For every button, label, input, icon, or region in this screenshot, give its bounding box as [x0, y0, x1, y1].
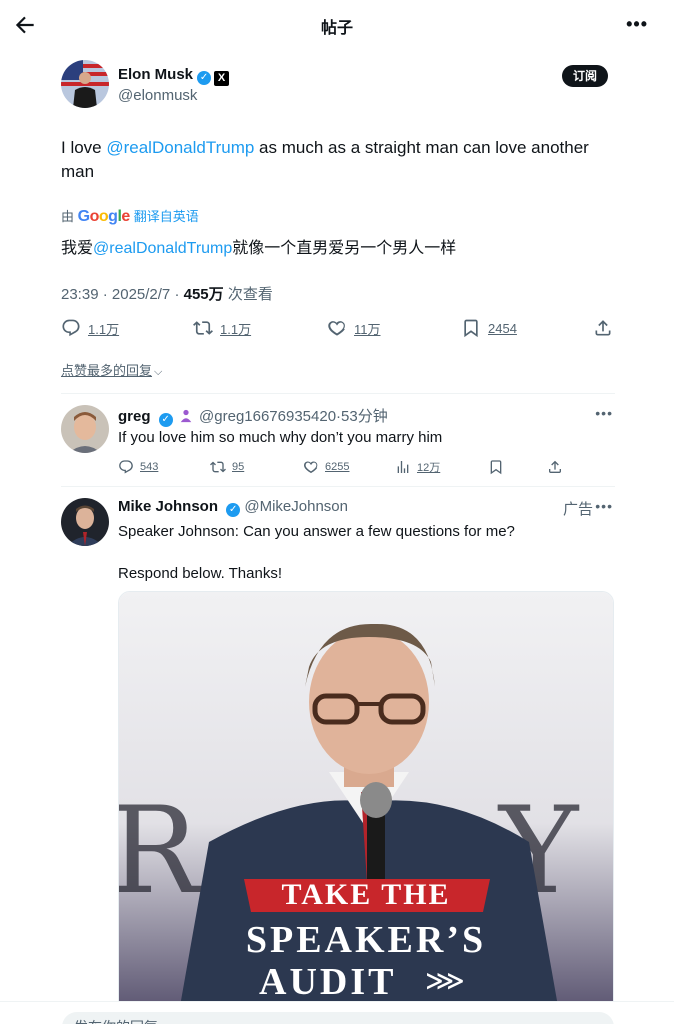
- reply-time[interactable]: 53分钟: [341, 408, 388, 425]
- ad-author-handle[interactable]: @MikeJohnson: [244, 498, 348, 515]
- mention-link[interactable]: @realDonaldTrump: [106, 138, 254, 157]
- like-button[interactable]: 11万: [327, 316, 381, 340]
- avatar[interactable]: [61, 405, 109, 453]
- share-icon: [595, 320, 611, 336]
- reply-item[interactable]: greg ✓ @greg16676935420·53分钟 ••• If you …: [61, 405, 615, 485]
- ad-author-name[interactable]: Mike Johnson: [118, 498, 218, 515]
- translated-mention-link[interactable]: @realDonaldTrump: [93, 240, 232, 257]
- chevron-down-icon: ⌵: [154, 366, 163, 378]
- share-button[interactable]: [547, 459, 569, 475]
- verified-badge-icon: ✓: [226, 503, 241, 517]
- repost-icon: [210, 461, 226, 473]
- author-name[interactable]: Elon Musk: [118, 66, 193, 83]
- ad-banner-line2: SPEAKER’S: [245, 919, 487, 961]
- bookmark-icon: [464, 319, 478, 338]
- top-bar: 帖子 •••: [0, 0, 674, 50]
- ad-banner-line3: AUDIT: [259, 961, 397, 1003]
- reply-actions: 543 95 6255 12万: [118, 459, 561, 477]
- verified-badge-icon: ✓: [197, 71, 212, 85]
- repost-button[interactable]: 95: [210, 459, 244, 475]
- triple-chevron-icon: ⋙: [425, 964, 465, 997]
- repost-button[interactable]: 1.1万: [193, 316, 251, 340]
- like-button[interactable]: 6255: [303, 459, 349, 475]
- avatar[interactable]: [61, 498, 109, 546]
- more-horizontal-icon[interactable]: •••: [595, 405, 613, 421]
- view-count: 455万: [183, 286, 224, 303]
- google-logo: Google: [77, 208, 131, 225]
- divider: [61, 393, 615, 394]
- ad-banner-line1: TAKE THE: [281, 878, 451, 911]
- verified-badge-icon: ✓: [158, 413, 173, 427]
- reply-icon: [62, 319, 80, 337]
- translated-from-english-link[interactable]: 翻译自英语: [134, 209, 199, 224]
- more-horizontal-icon[interactable]: •••: [626, 15, 648, 33]
- reply-icon: [119, 460, 133, 474]
- author-handle[interactable]: @elonmusk: [118, 87, 197, 104]
- post-text: I love @realDonaldTrump as much as a str…: [61, 138, 589, 181]
- bookmark-icon: [490, 460, 502, 475]
- reply-button[interactable]: 543: [118, 459, 158, 475]
- share-icon: [549, 460, 561, 473]
- promoted-post[interactable]: Mike Johnson ✓ @MikeJohnson 广告 ••• Speak…: [61, 498, 615, 588]
- bookmark-button[interactable]: [488, 459, 510, 475]
- post-author: Elon Musk ✓ X @elonmusk 订阅: [61, 60, 615, 110]
- page-title: 帖子: [320, 20, 353, 37]
- heart-icon: [304, 461, 318, 474]
- more-horizontal-icon[interactable]: •••: [595, 498, 613, 514]
- translated-text: 我爱@realDonaldTrump就像一个直男爱另一个男人一样: [61, 240, 457, 257]
- bookmark-button[interactable]: 2454: [461, 316, 517, 340]
- subscribe-button[interactable]: 订阅: [562, 65, 608, 87]
- compose-bar: 发布你的回复: [0, 1001, 674, 1024]
- post-meta: 23:39 · 2025/2/7 · 455万 次查看: [61, 286, 273, 303]
- reply-button[interactable]: 1.1万: [61, 316, 119, 340]
- reply-text: If you love him so much why don’t you ma…: [118, 429, 443, 446]
- share-button[interactable]: [593, 316, 620, 340]
- reply-author-name[interactable]: greg: [118, 408, 151, 425]
- post-actions: 1.1万 1.1万 11万 2454: [61, 316, 615, 340]
- reply-author-handle[interactable]: @greg16676935420: [199, 408, 336, 425]
- bar-chart-icon: [397, 461, 409, 473]
- ad-text: Speaker Johnson: Can you answer a few qu…: [118, 523, 515, 582]
- post-date[interactable]: 2025/2/7: [112, 286, 170, 303]
- views-button[interactable]: 12万: [395, 459, 440, 475]
- post-time[interactable]: 23:39: [61, 286, 99, 303]
- divider: [61, 486, 615, 487]
- x-logo-icon: X: [214, 71, 230, 86]
- translation-attribution: 由 Google 翻译自英语: [61, 208, 199, 225]
- reply-input[interactable]: 发布你的回复: [62, 1012, 614, 1024]
- community-badge-icon: [180, 409, 192, 423]
- reply-sort-dropdown[interactable]: 点赞最多的回复 ⌵: [61, 360, 162, 379]
- avatar[interactable]: [61, 60, 109, 108]
- ad-image[interactable]: R Y A TAKE THE SPEAKER’S AUDIT ⋙: [118, 591, 614, 1011]
- repost-icon: [193, 321, 213, 335]
- heart-icon: [328, 321, 345, 336]
- ad-label: 广告: [562, 501, 593, 518]
